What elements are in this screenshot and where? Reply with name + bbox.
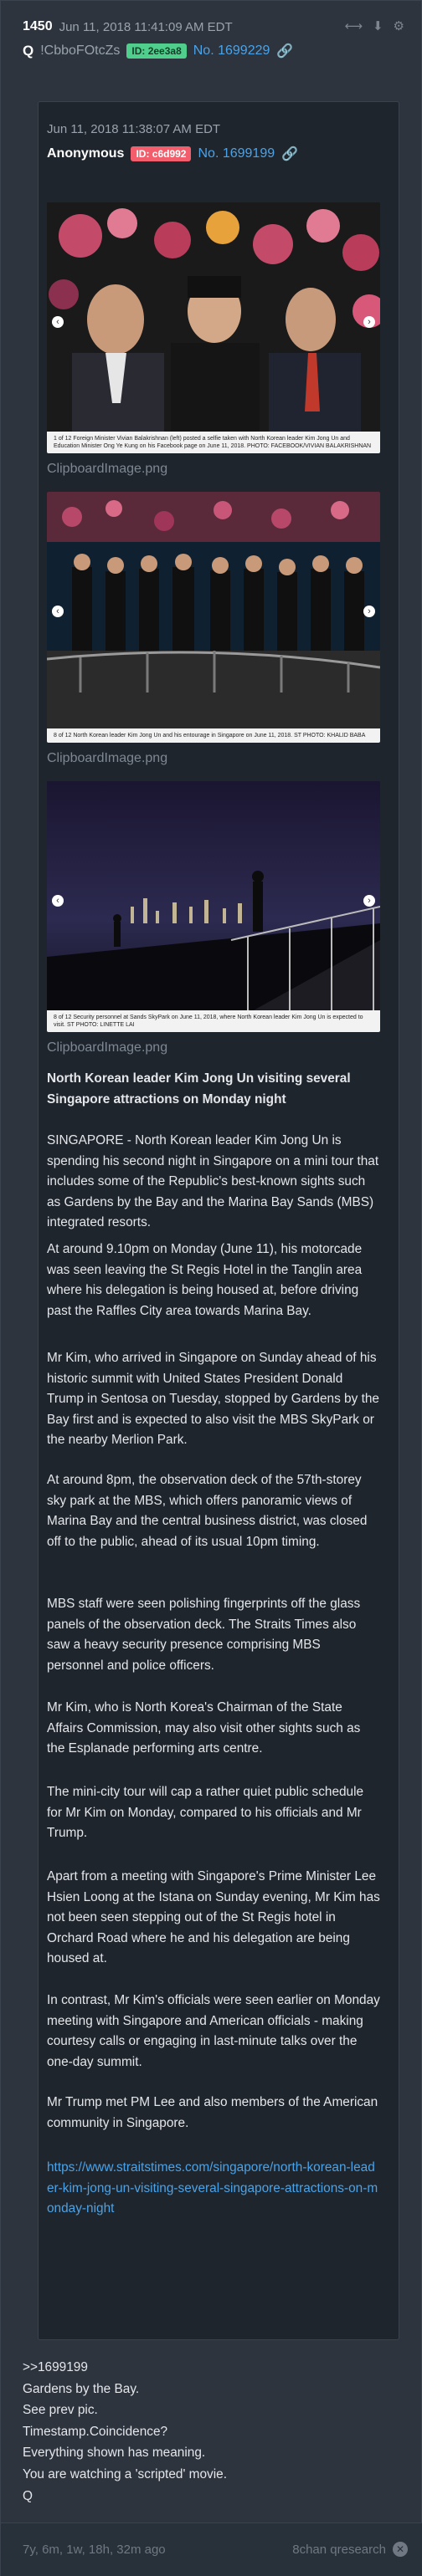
article-paragraph: At around 9.10pm on Monday (June 11), hi… xyxy=(47,1242,363,1318)
image-caption: 8 of 12 North Korean leader Kim Jong Un … xyxy=(47,728,380,743)
article-paragraph: Apart from a meeting with Singapore's Pr… xyxy=(47,1869,380,1965)
link-icon[interactable]: 🔗 xyxy=(276,43,293,59)
quoted-date: Jun 11, 2018 11:38:07 AM EDT xyxy=(47,122,221,136)
selfie-photo xyxy=(47,202,380,453)
attached-image-entourage[interactable]: ‹ › 8 of 12 North Korean leader Kim Jong… xyxy=(47,492,380,743)
reply-line: Q xyxy=(23,2488,33,2503)
attached-image-selfie[interactable]: ‹ › 1 of 12 Foreign Minister Vivian Bala… xyxy=(47,202,380,453)
q-post: 1450 Jun 11, 2018 11:41:09 AM EDT ⟷ ⬇ ⚙ … xyxy=(0,0,422,2576)
q-reply-text: >>1699199 Gardens by the Bay. See prev p… xyxy=(23,2357,227,2507)
download-icon[interactable]: ⬇ xyxy=(373,19,383,34)
article-paragraph: SINGAPORE - North Korean leader Kim Jong… xyxy=(47,1133,379,1229)
article-paragraph: In contrast, Mr Kim's officials were see… xyxy=(47,1993,380,2069)
reply-line[interactable]: >>1699199 xyxy=(23,2357,227,2379)
post-age: 7y, 6m, 1w, 18h, 32m ago xyxy=(23,2543,166,2557)
image-filename[interactable]: ClipboardImage.png xyxy=(47,1040,167,1055)
post-date: Jun 11, 2018 11:41:09 AM EDT xyxy=(59,19,233,34)
post-actions: ⟷ ⬇ ⚙ xyxy=(344,19,404,34)
article-paragraph: MBS staff were seen polishing fingerprin… xyxy=(47,1597,361,1673)
post-number: 1450 xyxy=(23,19,53,33)
reply-line: Timestamp.Coincidence? xyxy=(23,2424,168,2439)
post-source[interactable]: 8chan qresearch xyxy=(292,2543,386,2557)
share-icon[interactable]: ⟷ xyxy=(344,19,363,34)
article-paragraph: Mr Kim, who is North Korea's Chairman of… xyxy=(47,1700,361,1756)
article-url-link[interactable]: https://www.straitstimes.com/singapore/n… xyxy=(47,2158,380,2220)
close-icon[interactable]: ✕ xyxy=(393,2542,408,2557)
prev-image-icon[interactable]: ‹ xyxy=(52,895,64,907)
next-image-icon[interactable]: › xyxy=(363,895,375,907)
post-author: Q xyxy=(23,43,34,59)
article-paragraph: Mr Kim, who arrived in Singapore on Sund… xyxy=(47,1351,379,1447)
post-tripcode: !CbboFOtcZs xyxy=(40,43,121,58)
attached-image-skypark[interactable]: ‹ › 8 of 12 Security personnel at Sands … xyxy=(47,781,380,1032)
post-link[interactable]: No. 1699229 xyxy=(193,43,270,59)
reply-line: See prev pic. xyxy=(23,2403,98,2418)
post-header-row2: Q !CbboFOtcZs ID: 2ee3a8 No. 1699229 🔗 xyxy=(23,43,293,59)
image-caption: 1 of 12 Foreign Minister Vivian Balakris… xyxy=(47,432,380,453)
next-image-icon[interactable]: › xyxy=(363,316,375,328)
post-footer: 7y, 6m, 1w, 18h, 32m ago 8chan qresearch… xyxy=(1,2522,422,2576)
settings-icon[interactable]: ⚙ xyxy=(394,19,404,34)
quoted-id-badge: ID: c6d992 xyxy=(131,146,192,161)
article-paragraph: At around 8pm, the observation deck of t… xyxy=(47,1473,368,1549)
quoted-header: Anonymous ID: c6d992 No. 1699199 🔗 xyxy=(47,146,298,162)
entourage-photo xyxy=(47,492,380,743)
article-paragraph: The mini-city tour will cap a rather qui… xyxy=(47,1785,364,1840)
article-paragraph: Mr Trump met PM Lee and also members of … xyxy=(47,2095,378,2130)
quoted-author: Anonymous xyxy=(47,146,125,161)
prev-image-icon[interactable]: ‹ xyxy=(52,316,64,328)
prev-image-icon[interactable]: ‹ xyxy=(52,606,64,617)
quoted-post: Jun 11, 2018 11:38:07 AM EDT Anonymous I… xyxy=(38,101,399,2340)
reply-line: Everything shown has meaning. xyxy=(23,2446,206,2461)
quoted-post-link[interactable]: No. 1699199 xyxy=(198,146,275,161)
image-filename[interactable]: ClipboardImage.png xyxy=(47,751,167,766)
reply-line: You are watching a 'scripted' movie. xyxy=(23,2466,227,2481)
post-id-badge: ID: 2ee3a8 xyxy=(126,43,187,59)
article-title: North Korean leader Kim Jong Un visiting… xyxy=(47,1071,351,1107)
image-filename[interactable]: ClipboardImage.png xyxy=(47,462,167,477)
next-image-icon[interactable]: › xyxy=(363,606,375,617)
post-header-row1: 1450 Jun 11, 2018 11:41:09 AM EDT xyxy=(23,19,233,34)
link-icon[interactable]: 🔗 xyxy=(281,146,298,162)
image-caption: 8 of 12 Security personnel at Sands SkyP… xyxy=(47,1010,380,1032)
skypark-photo xyxy=(47,781,380,1032)
reply-line: Gardens by the Bay. xyxy=(23,2381,140,2396)
